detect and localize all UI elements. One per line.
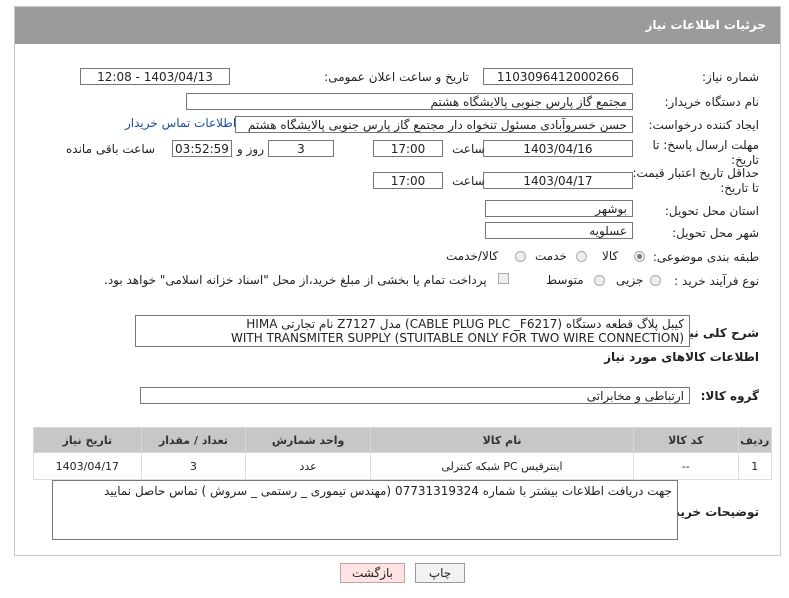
need-number-field[interactable]: 1103096412000266 [483, 68, 633, 85]
deadline-date-field[interactable]: 1403/04/16 [483, 140, 633, 157]
buyer-label: نام دستگاه خریدار: [664, 95, 760, 109]
col-code: کد کالا [632, 427, 739, 453]
summary-line-1: کیبل پلاگ قطعه دستگاه (CABLE PLUG PLC _F… [246, 317, 684, 331]
remaining-time-field[interactable]: 03:52:59 [172, 140, 232, 157]
col-date: تاریخ نیاز [33, 427, 142, 453]
treasury-note: پرداخت تمام یا بخشی از مبلغ خرید،از محل … [104, 273, 487, 287]
category-option-goods: کالا [602, 249, 619, 263]
city-label: شهر محل تحویل: [672, 226, 759, 240]
deadline-time-label: ساعت [452, 142, 485, 156]
days-field[interactable]: 3 [268, 140, 334, 157]
province-label: استان محل تحویل: [664, 204, 759, 218]
col-unit: واحد شمارش [245, 427, 372, 453]
summary-line-2: (WITH TRANSMITER SUPPLY (STUITABLE ONLY … [231, 331, 684, 345]
panel-header: جزئیات اطلاعات نیاز [15, 7, 780, 44]
col-quantity: تعداد / مقدار [140, 427, 247, 453]
back-button[interactable]: بازگشت [340, 563, 405, 583]
city-field[interactable]: عسلویه [485, 222, 633, 239]
category-radio-goods[interactable] [634, 251, 645, 262]
buyer-field[interactable]: مجتمع گاز پارس جنوبی پالایشگاه هشتم [186, 93, 633, 110]
panel-title: جزئیات اطلاعات نیاز [645, 18, 766, 32]
creator-field[interactable]: حسن خسروآبادی مسئول تنخواه دار مجتمع گاز… [235, 116, 633, 133]
remaining-label: ساعت باقی مانده [66, 142, 156, 156]
cell-name: اینترفیس PC شبکه کنترلی [370, 452, 634, 480]
buyer-notes-textarea[interactable]: جهت دریافت اطلاعات بیشتر با شماره 077313… [52, 480, 678, 540]
category-option-goods-service: کالا/خدمت [446, 249, 499, 263]
cell-code: -- [632, 452, 739, 480]
process-radio-medium[interactable] [594, 275, 605, 286]
goods-group-label: گروه کالا: [700, 389, 759, 403]
cell-quantity: 3 [140, 452, 247, 480]
col-name: نام کالا [370, 427, 634, 453]
price-valid-date-field[interactable]: 1403/04/17 [483, 172, 633, 189]
process-option-medium: متوسط [546, 273, 584, 287]
col-row: ردیف [737, 427, 773, 453]
goods-group-field[interactable]: ارتباطی و مخابراتی [140, 387, 690, 404]
goods-info-title: اطلاعات کالاهای مورد نیاز [604, 350, 759, 364]
price-valid-time-label: ساعت [452, 174, 485, 188]
deadline-label: مهلت ارسال پاسخ: تا تاریخ: [652, 138, 759, 167]
process-radio-minor[interactable] [650, 275, 661, 286]
province-field[interactable]: بوشهر [485, 200, 633, 217]
category-option-service: خدمت [535, 249, 567, 263]
category-radio-service[interactable] [576, 251, 587, 262]
deadline-time-field[interactable]: 17:00 [373, 140, 443, 157]
table-row: 1 -- اینترفیس PC شبکه کنترلی عدد 3 1403/… [33, 452, 773, 480]
contact-info-link[interactable]: اطلاعات تماس خریدار [125, 116, 236, 130]
process-label: نوع فرآیند خرید : [674, 274, 759, 288]
category-radio-goods-service[interactable] [515, 251, 526, 262]
price-valid-label: حداقل تاریخ اعتبار قیمت: تا تاریخ: [632, 166, 759, 195]
treasury-checkbox[interactable] [498, 273, 509, 284]
goods-table: ردیف کد کالا نام کالا واحد شمارش تعداد /… [33, 427, 773, 480]
cell-unit: عدد [245, 452, 372, 480]
category-label: طبقه بندی موضوعی: [652, 250, 759, 264]
table-header-row: ردیف کد کالا نام کالا واحد شمارش تعداد /… [33, 427, 773, 453]
creator-label: ایجاد کننده درخواست: [648, 118, 759, 132]
cell-row: 1 [737, 452, 773, 480]
announce-label: تاریخ و ساعت اعلان عمومی: [324, 70, 469, 84]
days-label: روز و [237, 142, 264, 156]
price-valid-time-field[interactable]: 17:00 [373, 172, 443, 189]
cell-date: 1403/04/17 [33, 452, 142, 480]
summary-textarea[interactable]: کیبل پلاگ قطعه دستگاه (CABLE PLUG PLC _F… [135, 315, 690, 347]
print-button[interactable]: چاپ [415, 563, 465, 583]
announce-field[interactable]: 1403/04/13 - 12:08 [80, 68, 230, 85]
process-option-minor: جزیی [616, 273, 644, 287]
need-number-label: شماره نیاز: [702, 70, 759, 84]
